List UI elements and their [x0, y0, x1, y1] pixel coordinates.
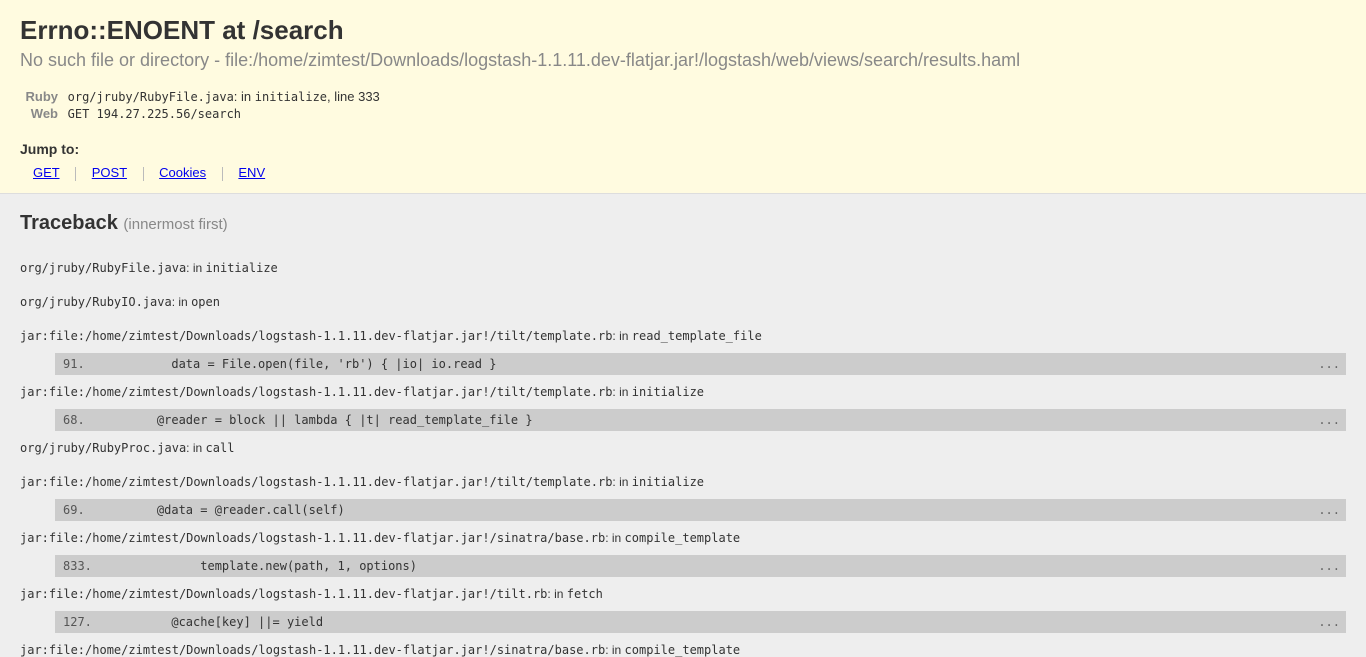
ellipsis-icon[interactable]: ...: [1311, 499, 1346, 521]
frame-file: jar:file:/home/zimtest/Downloads/logstas…: [20, 587, 547, 601]
traceback-frame[interactable]: jar:file:/home/zimtest/Downloads/logstas…: [20, 521, 1346, 577]
ellipsis-icon[interactable]: ...: [1311, 611, 1346, 633]
web-method: GET: [68, 107, 97, 121]
frame-location: jar:file:/home/zimtest/Downloads/logstas…: [20, 521, 1346, 555]
frame-location: jar:file:/home/zimtest/Downloads/logstas…: [20, 633, 1346, 657]
code-line: data = File.open(file, 'rb') { |io| io.r…: [120, 353, 1311, 375]
traceback-frame[interactable]: jar:file:/home/zimtest/Downloads/logstas…: [20, 375, 1346, 431]
frame-file: org/jruby/RubyProc.java: [20, 441, 186, 455]
web-url: 194.27.225.56/search: [97, 107, 242, 121]
ruby-file: org/jruby/RubyFile.java: [68, 90, 234, 104]
frame-sep: : in: [172, 295, 191, 309]
traceback-frame[interactable]: jar:file:/home/zimtest/Downloads/logstas…: [20, 319, 1346, 375]
code-row[interactable]: 127. @cache[key] ||= yield...: [55, 611, 1346, 633]
frame-sep: : in: [605, 643, 624, 657]
ellipsis-icon[interactable]: ...: [1311, 555, 1346, 577]
code-row[interactable]: 91. data = File.open(file, 'rb') { |io| …: [55, 353, 1346, 375]
traceback-sub: (innermost first): [123, 216, 227, 233]
divider: [143, 167, 144, 181]
ellipsis-icon[interactable]: ...: [1311, 409, 1346, 431]
jumpto-link-env[interactable]: ENV: [238, 165, 265, 180]
frame-sep: : in: [605, 531, 624, 545]
error-subtitle: No such file or directory - file:/home/z…: [20, 50, 1346, 71]
code-row[interactable]: 68. @reader = block || lambda { |t| read…: [55, 409, 1346, 431]
frame-file: org/jruby/RubyIO.java: [20, 295, 172, 309]
frame-sep: : in: [186, 261, 205, 275]
frame-sep: : in: [547, 587, 566, 601]
ellipsis-icon[interactable]: ...: [1311, 353, 1346, 375]
traceback-frame[interactable]: org/jruby/RubyFile.java: in initialize: [20, 251, 1346, 285]
line-number: 833.: [55, 555, 120, 577]
line-number: 91.: [55, 353, 120, 375]
code-line: @cache[key] ||= yield: [120, 611, 1311, 633]
traceback-frame[interactable]: jar:file:/home/zimtest/Downloads/logstas…: [20, 577, 1346, 633]
jumpto-section: Jump to: GET POST Cookies ENV: [20, 141, 1346, 181]
frame-location: jar:file:/home/zimtest/Downloads/logstas…: [20, 319, 1346, 353]
jumpto-label: Jump to:: [20, 141, 1346, 157]
code-line: @data = @reader.call(self): [120, 499, 1311, 521]
error-title: Errno::ENOENT at /search: [20, 15, 1346, 46]
traceback-frame[interactable]: org/jruby/RubyIO.java: in open: [20, 285, 1346, 319]
traceback-heading: Traceback (innermost first): [20, 212, 1346, 235]
frame-method: initialize: [632, 475, 704, 489]
jumpto-link-get[interactable]: GET: [33, 165, 60, 180]
ruby-line: , line 333: [327, 89, 380, 104]
frame-file: jar:file:/home/zimtest/Downloads/logstas…: [20, 531, 605, 545]
line-number: 127.: [55, 611, 120, 633]
frame-location: jar:file:/home/zimtest/Downloads/logstas…: [20, 577, 1346, 611]
code-row[interactable]: 833. template.new(path, 1, options)...: [55, 555, 1346, 577]
traceback-frame[interactable]: jar:file:/home/zimtest/Downloads/logstas…: [20, 633, 1346, 657]
frame-sep: : in: [612, 329, 631, 343]
ruby-in: : in: [234, 89, 255, 104]
code-row[interactable]: 69. @data = @reader.call(self)...: [55, 499, 1346, 521]
frame-file: org/jruby/RubyFile.java: [20, 261, 186, 275]
traceback-title: Traceback: [20, 212, 118, 234]
frame-file: jar:file:/home/zimtest/Downloads/logstas…: [20, 329, 612, 343]
frame-location: jar:file:/home/zimtest/Downloads/logstas…: [20, 465, 1346, 499]
jumpto-link-post[interactable]: POST: [92, 165, 127, 180]
frame-method: initialize: [206, 261, 278, 275]
frames-container: org/jruby/RubyFile.java: in initializeor…: [20, 251, 1346, 657]
frame-method: read_template_file: [632, 329, 762, 343]
frame-method: compile_template: [625, 531, 741, 545]
error-header: Errno::ENOENT at /search No such file or…: [0, 0, 1366, 194]
frame-sep: : in: [612, 475, 631, 489]
frame-file: jar:file:/home/zimtest/Downloads/logstas…: [20, 385, 612, 399]
web-info-line: Web GET 194.27.225.56/search: [20, 106, 1346, 121]
traceback-section: Traceback (innermost first) org/jruby/Ru…: [0, 194, 1366, 657]
web-label: Web: [20, 106, 58, 121]
frame-location: org/jruby/RubyProc.java: in call: [20, 431, 1346, 465]
divider: [75, 167, 76, 181]
jumpto-link-cookies[interactable]: Cookies: [159, 165, 206, 180]
frame-file: jar:file:/home/zimtest/Downloads/logstas…: [20, 475, 612, 489]
frame-location: jar:file:/home/zimtest/Downloads/logstas…: [20, 375, 1346, 409]
page-scroll[interactable]: Errno::ENOENT at /search No such file or…: [0, 0, 1366, 657]
frame-location: org/jruby/RubyIO.java: in open: [20, 285, 1346, 319]
frame-method: initialize: [632, 385, 704, 399]
frame-location: org/jruby/RubyFile.java: in initialize: [20, 251, 1346, 285]
code-line: @reader = block || lambda { |t| read_tem…: [120, 409, 1311, 431]
frame-file: jar:file:/home/zimtest/Downloads/logstas…: [20, 643, 605, 657]
line-number: 69.: [55, 499, 120, 521]
code-line: template.new(path, 1, options): [120, 555, 1311, 577]
ruby-info-line: Ruby org/jruby/RubyFile.java: in initial…: [20, 89, 1346, 104]
frame-method: call: [206, 441, 235, 455]
frame-sep: : in: [612, 385, 631, 399]
divider: [222, 167, 223, 181]
frame-method: compile_template: [625, 643, 741, 657]
line-number: 68.: [55, 409, 120, 431]
frame-method: fetch: [567, 587, 603, 601]
ruby-method: initialize: [255, 90, 327, 104]
frame-method: open: [191, 295, 220, 309]
frame-sep: : in: [186, 441, 205, 455]
traceback-frame[interactable]: jar:file:/home/zimtest/Downloads/logstas…: [20, 465, 1346, 521]
traceback-frame[interactable]: org/jruby/RubyProc.java: in call: [20, 431, 1346, 465]
ruby-label: Ruby: [20, 89, 58, 104]
